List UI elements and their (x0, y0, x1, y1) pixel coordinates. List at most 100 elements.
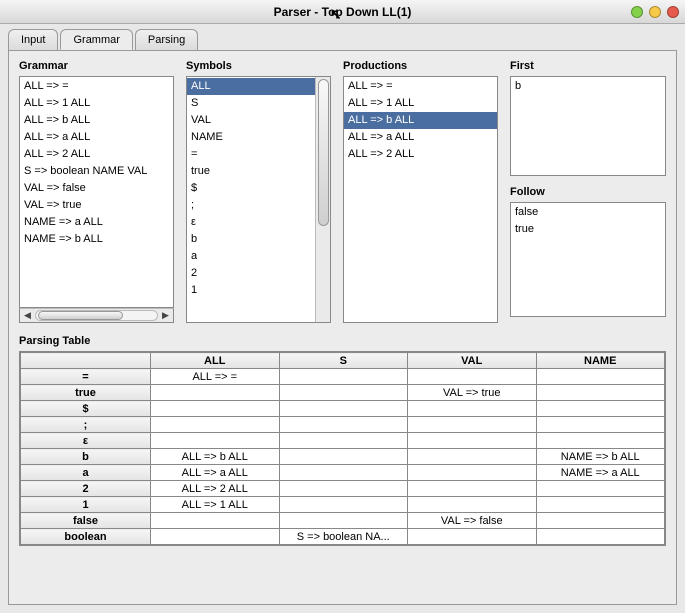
list-item[interactable]: NAME => b ALL (20, 231, 173, 248)
table-cell[interactable]: ALL => b ALL (151, 449, 280, 465)
scroll-track[interactable] (35, 310, 158, 321)
row-header[interactable]: boolean (21, 529, 151, 545)
table-cell[interactable] (536, 529, 665, 545)
list-item[interactable]: false (511, 204, 665, 221)
table-cell[interactable]: VAL => true (408, 385, 537, 401)
table-cell[interactable] (151, 529, 280, 545)
table-cell[interactable] (279, 369, 408, 385)
table-cell[interactable] (151, 385, 280, 401)
list-item[interactable]: b (187, 231, 315, 248)
list-item[interactable]: VAL => true (20, 197, 173, 214)
tab-parsing[interactable]: Parsing (135, 29, 198, 50)
table-cell[interactable] (279, 433, 408, 449)
scroll-thumb[interactable] (318, 79, 329, 226)
list-item[interactable]: S (187, 95, 315, 112)
symbols-vscroll[interactable] (315, 77, 330, 322)
follow-list[interactable]: falsetrue (510, 202, 666, 317)
titlebar[interactable]: Parser - Top Down LL(1) ↖ (0, 0, 685, 24)
table-cell[interactable] (279, 481, 408, 497)
list-item[interactable]: 2 (187, 265, 315, 282)
grammar-hscroll[interactable]: ◀ ▶ (19, 308, 174, 323)
table-cell[interactable] (151, 433, 280, 449)
table-cell[interactable] (279, 401, 408, 417)
productions-list[interactable]: ALL => =ALL => 1 ALLALL => b ALLALL => a… (343, 76, 498, 323)
table-cell[interactable] (279, 385, 408, 401)
table-cell[interactable] (536, 401, 665, 417)
close-icon[interactable] (667, 6, 679, 18)
list-item[interactable]: ALL => a ALL (20, 129, 173, 146)
tab-grammar[interactable]: Grammar (60, 29, 132, 50)
list-item[interactable]: ALL => b ALL (20, 112, 173, 129)
list-item[interactable]: ALL => 2 ALL (344, 146, 497, 163)
table-cell[interactable] (279, 513, 408, 529)
table-cell[interactable]: NAME => a ALL (536, 465, 665, 481)
table-cell[interactable] (279, 497, 408, 513)
list-item[interactable]: ALL => 1 ALL (20, 95, 173, 112)
row-header[interactable]: false (21, 513, 151, 529)
table-cell[interactable] (151, 417, 280, 433)
list-item[interactable]: true (187, 163, 315, 180)
row-header[interactable]: a (21, 465, 151, 481)
table-cell[interactable]: VAL => false (408, 513, 537, 529)
list-item[interactable]: 1 (187, 282, 315, 299)
table-cell[interactable] (536, 513, 665, 529)
list-item[interactable]: VAL (187, 112, 315, 129)
table-cell[interactable]: ALL => a ALL (151, 465, 280, 481)
table-cell[interactable]: ALL => = (151, 369, 280, 385)
table-cell[interactable]: S => boolean NA... (279, 529, 408, 545)
table-cell[interactable] (408, 401, 537, 417)
tab-input[interactable]: Input (8, 29, 58, 50)
list-item[interactable]: $ (187, 180, 315, 197)
table-cell[interactable] (408, 369, 537, 385)
table-cell[interactable] (279, 449, 408, 465)
row-header[interactable]: ; (21, 417, 151, 433)
col-header[interactable]: ALL (151, 353, 280, 369)
table-cell[interactable] (536, 385, 665, 401)
table-cell[interactable] (536, 481, 665, 497)
table-cell[interactable] (408, 433, 537, 449)
table-cell[interactable] (408, 481, 537, 497)
symbols-list[interactable]: ALLSVALNAME=true$;εba21 (186, 76, 331, 323)
first-list[interactable]: b (510, 76, 666, 176)
list-item[interactable]: ε (187, 214, 315, 231)
table-cell[interactable] (408, 529, 537, 545)
row-header[interactable]: $ (21, 401, 151, 417)
table-cell[interactable]: ALL => 2 ALL (151, 481, 280, 497)
table-cell[interactable] (279, 465, 408, 481)
table-cell[interactable] (151, 513, 280, 529)
list-item[interactable]: = (187, 146, 315, 163)
table-cell[interactable] (536, 433, 665, 449)
table-cell[interactable] (536, 497, 665, 513)
table-cell[interactable] (536, 417, 665, 433)
grammar-list[interactable]: ALL => =ALL => 1 ALLALL => b ALLALL => a… (19, 76, 174, 308)
list-item[interactable]: VAL => false (20, 180, 173, 197)
scroll-thumb[interactable] (38, 311, 123, 320)
list-item[interactable]: ; (187, 197, 315, 214)
list-item[interactable]: ALL => a ALL (344, 129, 497, 146)
table-cell[interactable] (408, 497, 537, 513)
col-header[interactable]: S (279, 353, 408, 369)
row-header[interactable]: b (21, 449, 151, 465)
list-item[interactable]: ALL => 2 ALL (20, 146, 173, 163)
maximize-icon[interactable] (649, 6, 661, 18)
list-item[interactable]: true (511, 221, 665, 238)
row-header[interactable]: true (21, 385, 151, 401)
table-cell[interactable] (536, 369, 665, 385)
list-item[interactable]: S => boolean NAME VAL (20, 163, 173, 180)
row-header[interactable]: ε (21, 433, 151, 449)
table-cell[interactable] (408, 417, 537, 433)
list-item[interactable]: ALL => b ALL (344, 112, 497, 129)
table-cell[interactable]: ALL => 1 ALL (151, 497, 280, 513)
list-item[interactable]: NAME => a ALL (20, 214, 173, 231)
list-item[interactable]: b (511, 78, 665, 95)
list-item[interactable]: ALL => 1 ALL (344, 95, 497, 112)
table-cell[interactable] (151, 401, 280, 417)
list-item[interactable]: ALL (187, 78, 315, 95)
scroll-left-icon[interactable]: ◀ (20, 309, 35, 322)
table-cell[interactable] (279, 417, 408, 433)
table-cell[interactable] (408, 449, 537, 465)
row-header[interactable]: 1 (21, 497, 151, 513)
list-item[interactable]: NAME (187, 129, 315, 146)
scroll-right-icon[interactable]: ▶ (158, 309, 173, 322)
list-item[interactable]: ALL => = (344, 78, 497, 95)
